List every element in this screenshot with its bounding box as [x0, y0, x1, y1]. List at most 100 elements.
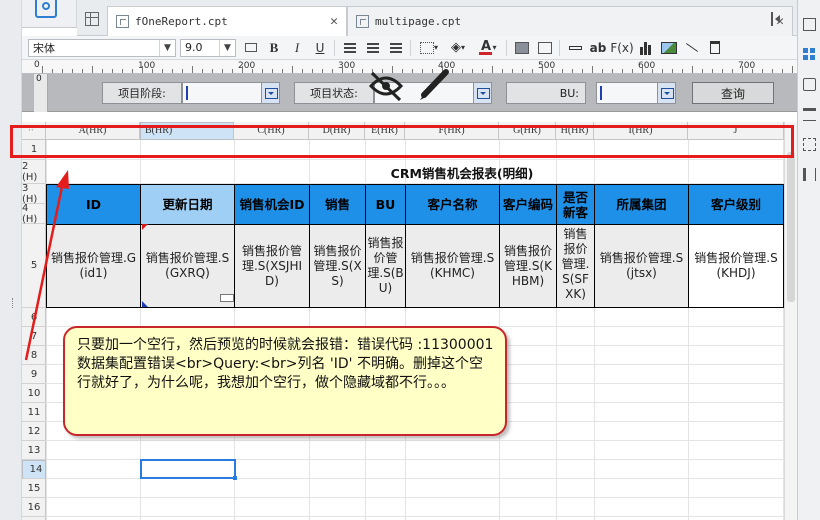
dropdown-icon[interactable] — [261, 83, 279, 103]
chevron-down-icon[interactable]: ▼ — [219, 39, 235, 56]
insert-subreport-button[interactable] — [704, 38, 726, 58]
insert-slash-button[interactable] — [681, 38, 703, 58]
row-header-12[interactable]: 12 — [22, 422, 46, 441]
grid-view-icon[interactable] — [85, 12, 99, 26]
ruler-tick — [642, 66, 643, 73]
floating-element-icon[interactable] — [803, 168, 816, 181]
align-right-button[interactable] — [385, 38, 407, 58]
close-tab-icon[interactable]: ✕ — [330, 14, 338, 29]
border-button[interactable]: ▾ — [415, 38, 443, 58]
ruler-tick — [252, 69, 253, 73]
formula-button[interactable]: F(x) — [610, 38, 634, 58]
data-cell-sales[interactable]: 销售报价管理.S(XS) — [309, 224, 366, 308]
row-header-6[interactable]: 6 — [22, 308, 46, 327]
row-header-15[interactable]: 15 — [22, 479, 46, 498]
tab-fonereport[interactable]: fOneReport.cpt ✕ — [107, 6, 347, 36]
ruler-tick — [552, 69, 553, 73]
condition-attribute-icon[interactable] — [803, 78, 816, 91]
chevron-down-icon[interactable]: ▼ — [159, 39, 175, 56]
annotation-callout: 只要加一个空行，然后预览的时候就会报错：错误代码 :11300001 数据集配置… — [63, 326, 507, 436]
vertical-scrollbar[interactable] — [784, 122, 797, 520]
underline-button[interactable]: U — [309, 38, 331, 58]
query-button[interactable]: 查询 — [692, 82, 774, 104]
row-header-4[interactable]: 4 (H) — [22, 203, 46, 225]
tab-list-icon[interactable] — [771, 12, 781, 26]
status-input[interactable] — [374, 82, 492, 104]
header-cell-id[interactable]: ID — [46, 184, 141, 225]
ruler-tick — [592, 66, 593, 73]
bu-input[interactable] — [596, 82, 676, 104]
insert-line-button[interactable] — [564, 38, 586, 58]
ruler-tick — [202, 69, 203, 73]
align-center-button[interactable] — [362, 38, 384, 58]
row-header-14[interactable]: 14 — [22, 460, 46, 479]
merge-cells-button[interactable] — [511, 38, 533, 58]
bold-button[interactable]: B — [263, 38, 285, 58]
cell-attribute-icon[interactable] — [803, 18, 816, 31]
ruler-tick — [602, 69, 603, 73]
row-header-10[interactable]: 10 — [22, 384, 46, 403]
row-header-3[interactable]: 3 (H) — [22, 183, 46, 205]
row-header-16[interactable]: 16 — [22, 498, 46, 517]
ruler-tick — [362, 69, 363, 73]
unmerge-cells-button[interactable] — [534, 38, 556, 58]
data-cell-bu[interactable]: 销售报价管理.S(BU) — [365, 224, 406, 308]
row-header-8[interactable]: 8 — [22, 346, 46, 365]
expand-marker-icon — [142, 224, 148, 230]
ruler-tick — [752, 69, 753, 73]
ruler-tick — [352, 69, 353, 73]
data-cell-customer-code[interactable]: 销售报价管理.S(KHBM) — [499, 224, 557, 308]
selected-cell-b14[interactable] — [140, 459, 237, 480]
header-cell-sales[interactable]: 销售 — [309, 184, 366, 225]
designer-logo-icon[interactable] — [35, 0, 57, 18]
header-cell-opportunity-id[interactable]: 销售机会ID — [234, 184, 310, 225]
row-header-13[interactable]: 13 — [22, 441, 46, 460]
header-cell-customer-level[interactable]: 客户级别 — [688, 184, 784, 225]
stage-input[interactable] — [182, 82, 280, 104]
header-cell-update-date[interactable]: 更新日期 — [140, 184, 235, 225]
row-header-11[interactable]: 11 — [22, 403, 46, 422]
data-cell-opportunity-id[interactable]: 销售报价管理.S(XSJHID) — [234, 224, 310, 308]
data-cell-id[interactable]: 销售报价管理.G(id1) — [46, 224, 141, 308]
row-header-2[interactable]: 2 (H) — [22, 160, 46, 184]
text-element-button[interactable]: ab — [587, 38, 609, 58]
ruler-tick — [662, 69, 663, 73]
font-color-button[interactable]: A ▾ — [473, 38, 503, 58]
unmerge-cells-icon — [538, 41, 552, 54]
widget-settings-icon[interactable] — [803, 48, 816, 61]
row-header-9[interactable]: 9 — [22, 365, 46, 384]
align-left-button[interactable] — [339, 38, 361, 58]
header-cell-customer-code[interactable]: 客户编码 — [499, 184, 557, 225]
font-size-select[interactable]: 9.0 ▼ — [180, 38, 236, 57]
dropdown-icon[interactable] — [657, 83, 675, 103]
hyperlink-icon[interactable] — [803, 108, 816, 121]
text-caret — [186, 86, 188, 100]
italic-button[interactable]: I — [286, 38, 308, 58]
fill-color-button[interactable]: ◈ ▾ — [444, 38, 472, 58]
font-color-icon: A — [479, 40, 493, 55]
header-cell-customer-name[interactable]: 客户名称 — [405, 184, 500, 225]
data-cell-customer-name[interactable]: 销售报价管理.S(KHMC) — [405, 224, 500, 308]
scrollbar-thumb[interactable] — [787, 152, 795, 302]
ruler-tick — [572, 69, 573, 73]
header-cell-group[interactable]: 所属集团 — [594, 184, 689, 225]
header-cell-bu[interactable]: BU — [365, 184, 406, 225]
header-cell-new-customer[interactable]: 是否新客 — [556, 184, 595, 225]
data-cell-customer-level[interactable]: 销售报价管理.S(KHDJ) — [688, 224, 784, 308]
panel-resize-grip[interactable] — [12, 298, 14, 308]
row-header-5[interactable]: 5 — [22, 224, 46, 308]
preview-box-icon[interactable] — [240, 38, 262, 58]
row-header-7[interactable]: 7 — [22, 327, 46, 346]
data-cell-group[interactable]: 销售报价管理.S(jtsx) — [594, 224, 689, 308]
tab-multipage[interactable]: multipage.cpt ✕ — [347, 6, 793, 36]
ruler-tick — [212, 69, 213, 73]
insert-image-button[interactable] — [658, 38, 680, 58]
data-cell-new-customer[interactable]: 销售报价管理.S(SFXK) — [556, 224, 595, 308]
cell-element-icon[interactable] — [803, 138, 816, 151]
ruler-tick — [612, 69, 613, 73]
dropdown-icon[interactable] — [473, 83, 491, 103]
insert-chart-button[interactable] — [635, 38, 657, 58]
ruler-tick — [622, 69, 623, 73]
font-family-select[interactable]: 宋体 ▼ — [28, 38, 176, 57]
report-title[interactable]: CRM销售机会报表(明细) — [140, 160, 784, 184]
